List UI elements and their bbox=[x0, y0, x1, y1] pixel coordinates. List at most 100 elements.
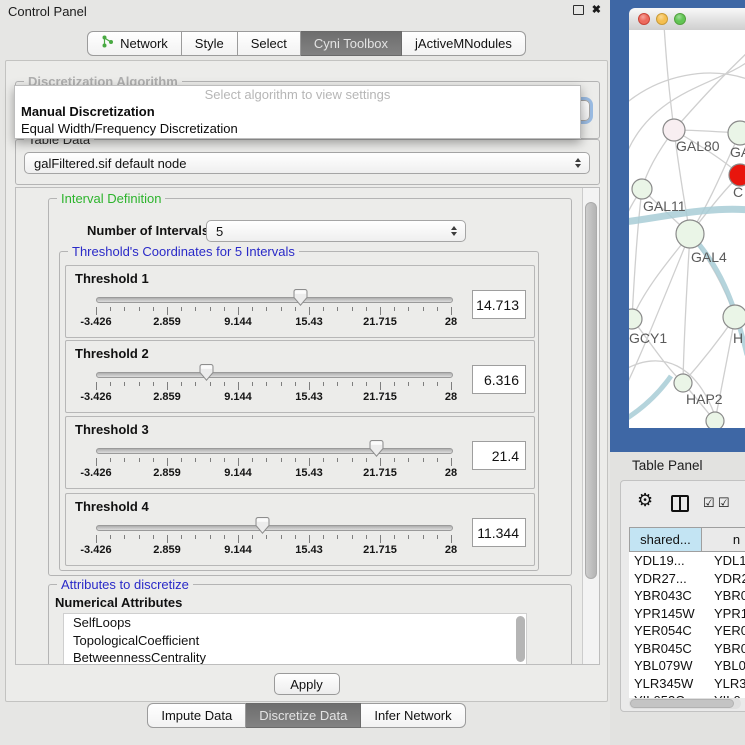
threshold-label: Threshold 3 bbox=[75, 422, 149, 437]
table-row[interactable]: YDR27... YDR2 bbox=[629, 570, 745, 588]
cell-shared-name: YDR27... bbox=[629, 570, 706, 588]
cell-shared-name: YBR045C bbox=[629, 640, 706, 658]
threshold-value-field[interactable]: 21.4 bbox=[472, 441, 526, 470]
slider-thumb[interactable] bbox=[199, 364, 214, 381]
network-window-titlebar bbox=[629, 8, 745, 31]
settings-scroll-region: Interval Definition Number of Intervals … bbox=[15, 187, 600, 665]
group-title-thresholds: Threshold's Coordinates for 5 Intervals bbox=[68, 244, 299, 259]
scrollbar-thumb[interactable] bbox=[585, 202, 597, 579]
tab-network[interactable]: Network bbox=[87, 31, 182, 56]
slider-ticks bbox=[96, 307, 451, 316]
table-row[interactable]: YBL079W YBL0 bbox=[629, 657, 745, 675]
threshold-value-field[interactable]: 14.713 bbox=[472, 290, 526, 319]
tab-select[interactable]: Select bbox=[238, 31, 301, 56]
table-data-value: galFiltered.sif default node bbox=[34, 156, 186, 171]
tab-jactivemnodules[interactable]: jActiveMNodules bbox=[402, 31, 526, 56]
cell-name: YLR3 bbox=[706, 675, 745, 693]
tab-impute-data[interactable]: Impute Data bbox=[147, 703, 246, 728]
interval-definition-group: Interval Definition Number of Intervals … bbox=[48, 198, 572, 576]
network-node-ga[interactable] bbox=[728, 121, 745, 145]
cell-shared-name: YBR043C bbox=[629, 587, 706, 605]
algorithm-option-manual-discretization[interactable]: Manual Discretization bbox=[15, 103, 580, 120]
list-scrollbar[interactable] bbox=[516, 616, 525, 662]
threshold-panel: Threshold 4 -3.4262.8599.14415.4321.7152… bbox=[65, 493, 535, 566]
mac-minimize-icon[interactable] bbox=[656, 13, 668, 25]
tab-infer-network[interactable]: Infer Network bbox=[361, 703, 465, 728]
node-label-gal80: GAL80 bbox=[676, 138, 720, 154]
threshold-panel: Threshold 3 -3.4262.8599.14415.4321.7152… bbox=[65, 416, 535, 489]
node-label-gal4: GAL4 bbox=[691, 249, 727, 265]
numerical-attributes-label: Numerical Attributes bbox=[55, 595, 182, 610]
algorithm-option-equal-width-frequency-discretization[interactable]: Equal Width/Frequency Discretization bbox=[15, 120, 580, 137]
network-node-gal11[interactable] bbox=[632, 179, 652, 199]
column-header-shared-name[interactable]: shared... bbox=[629, 527, 701, 552]
checkbox-icon[interactable]: ☑ bbox=[703, 496, 715, 509]
dropdown-hint: Select algorithm to view settings bbox=[15, 86, 580, 103]
tab-label: Infer Network bbox=[374, 704, 451, 727]
attribute-item-topologicalcoefficient[interactable]: TopologicalCoefficient bbox=[64, 632, 526, 650]
apply-button[interactable]: Apply bbox=[274, 673, 340, 695]
table-row[interactable]: YDL19... YDL1 bbox=[629, 552, 745, 570]
slider-thumb[interactable] bbox=[369, 440, 384, 457]
network-node-gcy1[interactable] bbox=[629, 309, 642, 329]
tab-cyni-toolbox[interactable]: Cyni Toolbox bbox=[301, 31, 402, 56]
settings-vertical-scrollbar[interactable] bbox=[582, 188, 599, 665]
table-row[interactable]: YPR145W YPR1 bbox=[629, 605, 745, 623]
node-label-hap2: HAP2 bbox=[686, 391, 723, 407]
checkbox-icon[interactable]: ☑ bbox=[718, 496, 730, 509]
network-node-c[interactable] bbox=[729, 164, 745, 186]
number-of-intervals-value: 5 bbox=[216, 224, 223, 239]
column-header-name[interactable]: n bbox=[701, 527, 745, 552]
threshold-value-field[interactable]: 6.316 bbox=[472, 365, 526, 394]
float-window-icon[interactable] bbox=[573, 5, 584, 15]
cell-shared-name: YER054C bbox=[629, 622, 706, 640]
scrollbar-thumb[interactable] bbox=[630, 699, 734, 708]
table-row[interactable]: YBR043C YBR0 bbox=[629, 587, 745, 605]
node-label-h: H bbox=[733, 330, 743, 346]
tab-label: jActiveMNodules bbox=[415, 32, 512, 55]
mac-close-icon[interactable] bbox=[638, 13, 650, 25]
node-table: shared... n YDL19... YDL1 YDR27... YDR2 … bbox=[629, 527, 745, 698]
tab-discretize-data[interactable]: Discretize Data bbox=[246, 703, 361, 728]
gear-icon[interactable]: ⚙ bbox=[637, 491, 653, 509]
slider-track[interactable] bbox=[96, 297, 453, 303]
mac-zoom-icon[interactable] bbox=[674, 13, 686, 25]
split-columns-icon[interactable] bbox=[671, 495, 689, 512]
table-data-group: Table Data galFiltered.sif default node bbox=[15, 139, 600, 185]
combo-arrows-icon bbox=[451, 226, 457, 236]
numerical-attributes-list[interactable]: SelfLoopsTopologicalCoefficientBetweenne… bbox=[63, 613, 527, 665]
slider-ticks bbox=[96, 535, 451, 544]
slider-thumb[interactable] bbox=[255, 517, 270, 534]
combo-arrows-icon bbox=[575, 158, 581, 168]
network-node[interactable] bbox=[706, 412, 724, 428]
control-panel-window: Control Panel ✖ NetworkStyleSelectCyni T… bbox=[0, 0, 613, 745]
number-of-intervals-combobox[interactable]: 5 bbox=[206, 220, 466, 242]
cell-name: YDL1 bbox=[706, 552, 745, 570]
node-label-gcy1: GCY1 bbox=[629, 330, 667, 346]
slider-track[interactable] bbox=[96, 372, 453, 378]
network-node-h[interactable] bbox=[723, 305, 745, 329]
table-data-combobox[interactable]: galFiltered.sif default node bbox=[24, 152, 590, 174]
tab-label: Style bbox=[195, 32, 224, 55]
close-icon[interactable]: ✖ bbox=[592, 5, 601, 15]
slider-track[interactable] bbox=[96, 448, 453, 454]
attributes-group: Attributes to discretize Numerical Attri… bbox=[48, 584, 572, 665]
threshold-value-field[interactable]: 11.344 bbox=[472, 518, 526, 547]
table-horizontal-scrollbar[interactable] bbox=[629, 698, 741, 709]
network-canvas[interactable]: GAL80GACGAL11GAL4GCY1HHAP2 bbox=[629, 30, 745, 428]
table-row[interactable]: YER054C YER0 bbox=[629, 622, 745, 640]
table-row[interactable]: YBR045C YBR0 bbox=[629, 640, 745, 658]
attribute-item-selfloops[interactable]: SelfLoops bbox=[64, 614, 526, 632]
threshold-panel: Threshold 2 -3.4262.8599.14415.4321.7152… bbox=[65, 340, 535, 413]
attribute-item-betweennesscentrality[interactable]: BetweennessCentrality bbox=[64, 649, 526, 665]
group-title-attributes: Attributes to discretize bbox=[57, 577, 193, 592]
thresholds-group: Threshold's Coordinates for 5 Intervals … bbox=[59, 251, 539, 571]
network-view-window: GAL80GACGAL11GAL4GCY1HHAP2 bbox=[629, 8, 745, 428]
slider-track[interactable] bbox=[96, 525, 453, 531]
node-label-c: C bbox=[733, 184, 743, 200]
table-row[interactable]: YLR345W YLR3 bbox=[629, 675, 745, 693]
network-node-hap2[interactable] bbox=[674, 374, 692, 392]
network-node-gal4[interactable] bbox=[676, 220, 704, 248]
slider-thumb[interactable] bbox=[293, 289, 308, 306]
tab-style[interactable]: Style bbox=[182, 31, 238, 56]
